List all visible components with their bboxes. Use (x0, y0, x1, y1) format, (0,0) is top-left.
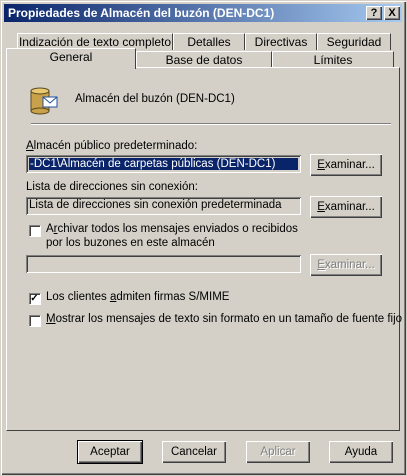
tab-base-de-datos[interactable]: Base de datos (136, 51, 272, 68)
title-bar: Propiedades de Almacén del buzón (DEN-DC… (4, 4, 402, 22)
archive-label: Archivar todos los mensajes enviados o r… (46, 223, 298, 235)
help-button[interactable]: ? (366, 6, 382, 20)
plain-text-label: Mostrar los mensajes de texto sin format… (46, 313, 403, 325)
smime-label: Los clientes admiten firmas S/MIME (46, 291, 230, 303)
tab-seguridad[interactable]: Seguridad (317, 33, 391, 50)
public-store-label: Almacén público predeterminado: (26, 140, 198, 152)
public-store-field[interactable]: -DC1\Almacén de carpetas públicas (DEN-D… (26, 155, 301, 173)
help-dialog-button[interactable]: Ayuda (329, 441, 393, 463)
cancel-button[interactable]: Cancelar (162, 441, 226, 463)
offline-address-field[interactable]: Lista de direcciones sin conexión predet… (26, 197, 301, 215)
tab-general[interactable]: General (6, 48, 136, 69)
archive-checkbox[interactable] (29, 225, 40, 236)
tab-limites[interactable]: Límites (272, 51, 394, 68)
accept-button[interactable]: Aceptar (78, 441, 142, 463)
general-panel: Almacén del buzón (DEN-DC1) Almacén públ… (6, 67, 403, 431)
separator (31, 123, 391, 125)
browse-archive-button: Examinar... (310, 254, 382, 276)
offline-address-label: Lista de direcciones sin conexión: (26, 181, 198, 193)
window-title: Propiedades de Almacén del buzón (DEN-DC… (8, 6, 275, 20)
smime-checkbox[interactable]: ✓ (29, 293, 40, 304)
properties-dialog: Propiedades de Almacén del buzón (DEN-DC… (0, 0, 407, 476)
archive-recipient-field (26, 255, 301, 273)
plain-text-checkbox[interactable] (29, 315, 40, 326)
tab-directivas[interactable]: Directivas (245, 33, 317, 50)
browse-offline-address-button[interactable]: Examinar... (310, 196, 382, 218)
store-name: Almacén del buzón (DEN-DC1) (75, 93, 235, 105)
archive-label-line2: por los buzones en este almacén (46, 237, 215, 249)
tab-detalles[interactable]: Detalles (173, 33, 245, 50)
close-button[interactable]: X (384, 6, 400, 20)
browse-public-store-button[interactable]: Examinar... (310, 154, 382, 176)
apply-button[interactable]: Aplicar (246, 441, 310, 463)
mailbox-store-icon (30, 87, 58, 115)
